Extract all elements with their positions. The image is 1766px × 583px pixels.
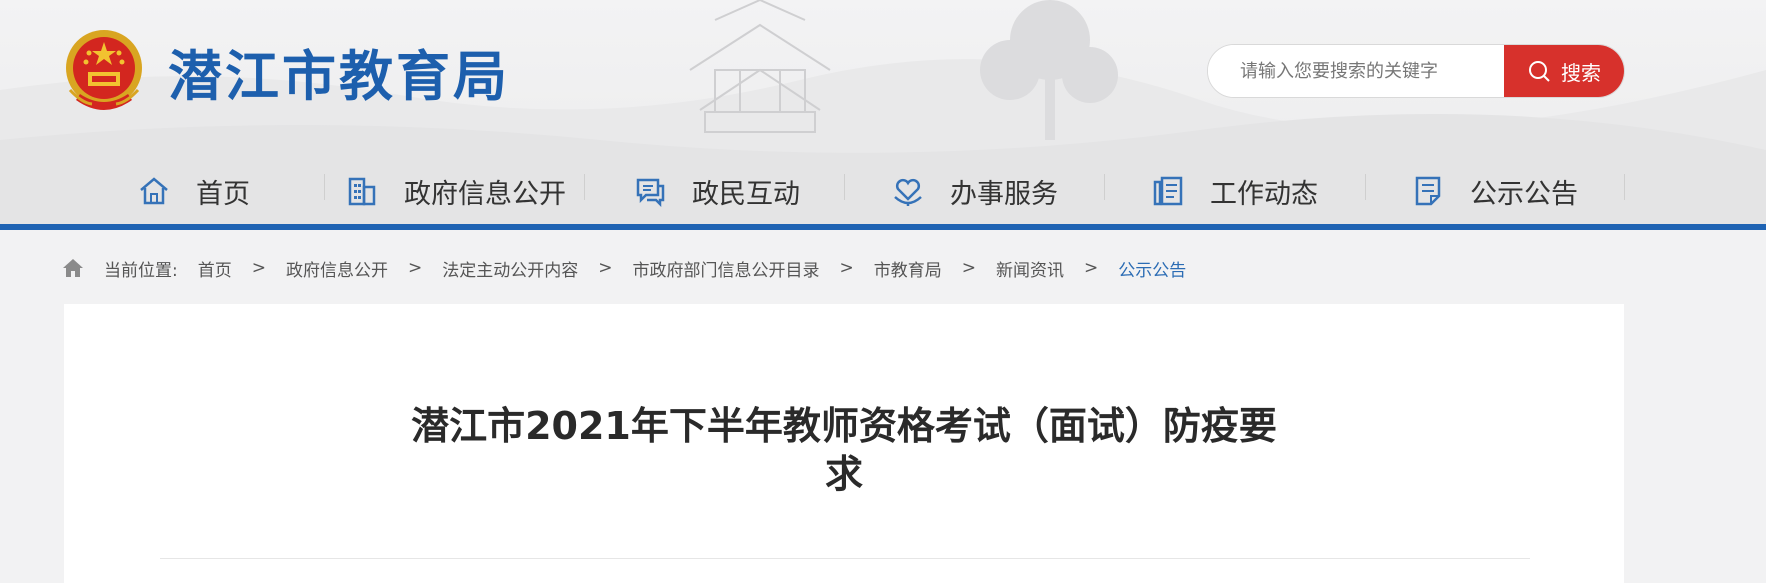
site-title: 潜江市教育局	[168, 44, 510, 108]
breadcrumb-separator: >	[407, 258, 423, 278]
breadcrumb-label: 当前位置:	[104, 260, 178, 281]
notice-icon	[1415, 176, 1441, 206]
heart-service-icon	[894, 178, 922, 206]
search-button-label: 搜索	[1561, 60, 1601, 85]
nav-item-notices[interactable]: 公示公告	[1412, 156, 1578, 226]
site-logo[interactable]: 潜江市教育局	[62, 28, 510, 114]
breadcrumb-separator: >	[961, 258, 976, 278]
nav-item-label: 公示公告	[1470, 178, 1578, 210]
title-divider	[160, 558, 1530, 559]
breadcrumb-separator: >	[251, 258, 266, 278]
article-card: 潜江市2021年下半年教师资格考试（面试）防疫要求	[64, 304, 1624, 583]
nav-divider	[1104, 174, 1105, 200]
breadcrumb-item[interactable]: 市教育局	[874, 256, 942, 281]
nav-item-label: 首页	[196, 178, 250, 210]
breadcrumb-separator: >	[598, 258, 613, 278]
breadcrumb-separator: >	[1083, 258, 1099, 278]
nav-item-services[interactable]: 办事服务	[892, 156, 1058, 226]
breadcrumb-item[interactable]: 市政府部门信息公开目录	[632, 256, 819, 281]
nav-item-label: 政府信息公开	[404, 178, 566, 210]
search-input[interactable]	[1208, 45, 1504, 97]
breadcrumb-item[interactable]: 新闻资讯	[996, 256, 1064, 281]
search-bar: 搜索	[1207, 44, 1625, 98]
home-icon	[140, 177, 168, 205]
nav-item-label: 工作动态	[1210, 178, 1318, 210]
nav-divider	[1624, 174, 1625, 200]
search-icon	[1529, 61, 1550, 82]
document-list-icon	[1153, 176, 1183, 206]
nav-item-label: 政民互动	[692, 178, 800, 210]
home-icon[interactable]	[62, 257, 84, 279]
building-icon	[348, 177, 376, 206]
article-title: 潜江市2021年下半年教师资格考试（面试）防疫要求	[411, 404, 1277, 496]
breadcrumb-separator: >	[839, 258, 854, 278]
national-emblem-icon	[66, 30, 142, 110]
nav-item-gov-info[interactable]: 政府信息公开	[346, 156, 566, 226]
breadcrumb-current[interactable]: 公示公告	[1118, 256, 1186, 281]
nav-item-home[interactable]: 首页	[138, 156, 250, 226]
breadcrumb-item[interactable]: 政府信息公开	[286, 256, 388, 281]
search-button[interactable]: 搜索	[1504, 45, 1624, 97]
main-nav: 首页 政府信息公开 政民互动 办事服务 工作动态 公示公告	[0, 156, 1766, 226]
breadcrumb-item[interactable]: 法定主动公开内容	[442, 256, 578, 281]
nav-divider	[584, 174, 585, 200]
breadcrumb: 当前位置: 首页 > 政府信息公开 > 法定主动公开内容 > 市政府部门信息公开…	[62, 256, 1186, 281]
nav-item-label: 办事服务	[950, 178, 1058, 210]
chat-icon	[636, 178, 665, 207]
nav-divider	[844, 174, 845, 200]
nav-item-work-news[interactable]: 工作动态	[1152, 156, 1318, 226]
breadcrumb-item[interactable]: 首页	[198, 256, 232, 281]
nav-item-interaction[interactable]: 政民互动	[634, 156, 800, 226]
nav-underline	[0, 224, 1766, 230]
nav-divider	[324, 174, 325, 200]
nav-divider	[1365, 174, 1366, 200]
